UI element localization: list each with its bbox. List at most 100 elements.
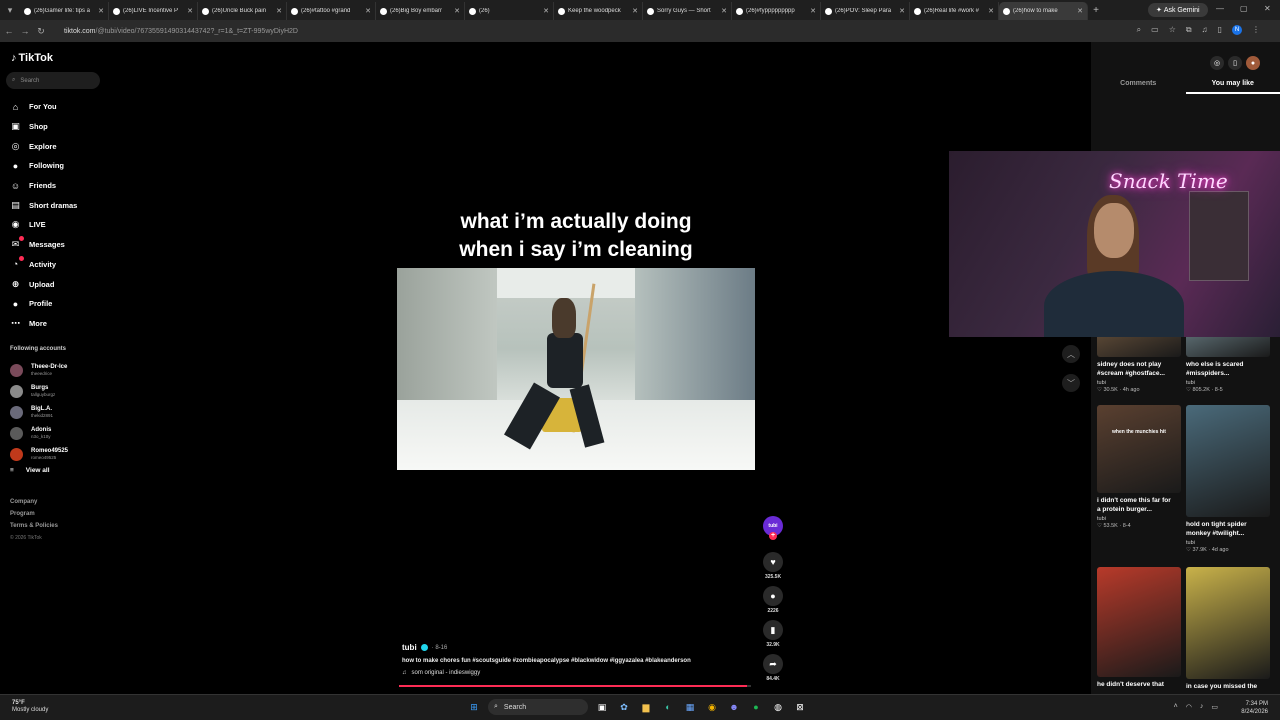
media-icon[interactable]: ♫	[1202, 25, 1208, 35]
browser-tab[interactable]: (26)#tattoo #grand ✕	[287, 2, 376, 20]
spotify-icon[interactable]: ●	[748, 699, 764, 715]
footer-company[interactable]: Company	[10, 496, 58, 508]
obs-icon[interactable]: ◍	[770, 699, 786, 715]
nav-item-messages[interactable]: ✉ Messages	[10, 235, 77, 255]
sidebar-icon[interactable]: ▯	[1218, 25, 1222, 35]
close-window-button[interactable]: ✕	[1264, 4, 1271, 13]
video-description[interactable]: how to make chores fun #scoutsguide #zom…	[402, 658, 762, 664]
recommended-video-card[interactable]: he didn't deserve that	[1097, 567, 1181, 689]
close-tab-icon[interactable]: ✕	[365, 7, 371, 15]
chrome-icon[interactable]: ◉	[704, 699, 720, 715]
browser-tab[interactable]: (26)POV: Sleep Para ✕	[821, 2, 910, 20]
following-account[interactable]: Burgs tallguyburgz	[10, 381, 68, 402]
following-account[interactable]: Adonis n3o_k1tty	[10, 423, 68, 444]
follow-plus-icon[interactable]: +	[769, 532, 777, 540]
save-button[interactable]: ▮	[763, 620, 783, 640]
view-all-link[interactable]: ≡ View all	[10, 467, 68, 474]
following-account[interactable]: Romeo49525 romeo49525	[10, 444, 68, 465]
browser-tab[interactable]: (26)#fyppppppppp ✕	[732, 2, 821, 20]
edge-icon[interactable]: ◐	[660, 699, 676, 715]
copilot-icon[interactable]: ✿	[616, 699, 632, 715]
task-view-icon[interactable]: ▣	[594, 699, 610, 715]
nav-item-explore[interactable]: ◎ Explore	[10, 136, 77, 156]
clock[interactable]: 7:34 PM 8/24/2026	[1241, 700, 1268, 716]
close-tab-icon[interactable]: ✕	[187, 7, 193, 15]
nav-item-activity[interactable]: ◔ Activity	[10, 255, 77, 275]
nav-item-upload[interactable]: ⊕ Upload	[10, 274, 77, 294]
ask-gemini-button[interactable]: ✦ Ask Gemini	[1148, 3, 1208, 17]
url-field[interactable]: tiktok.com/@tubi/video/76735591490314437…	[64, 28, 298, 35]
nav-item-more[interactable]: ⋯ More	[10, 314, 77, 334]
browser-tab[interactable]: (26)Big Boy embarr ✕	[376, 2, 465, 20]
windows-start-icon[interactable]: ⊞	[466, 699, 482, 715]
like-button[interactable]: ♥	[763, 552, 783, 572]
forward-button[interactable]: →	[18, 26, 32, 36]
cast-icon[interactable]: ▭	[1151, 25, 1159, 35]
browser-tab[interactable]: (26) ✕	[465, 2, 554, 20]
nav-item-for-you[interactable]: ⌂ For You	[10, 97, 77, 117]
previous-video-button[interactable]: ︿	[1062, 345, 1080, 363]
user-avatar[interactable]: ●	[1246, 56, 1260, 70]
nav-item-live[interactable]: ◉ LIVE	[10, 215, 77, 235]
wifi-icon[interactable]: ◠	[1186, 703, 1192, 711]
following-account[interactable]: Theee-Dr-Ice theeedrice	[10, 360, 68, 381]
menu-icon[interactable]: ⋮	[1252, 25, 1260, 35]
close-tab-icon[interactable]: ✕	[1077, 7, 1083, 15]
nav-item-shop[interactable]: ▣ Shop	[10, 117, 77, 137]
store-icon[interactable]: ▦	[682, 699, 698, 715]
chevron-up-icon[interactable]: ˄	[1174, 703, 1178, 711]
footer-terms[interactable]: Terms & Policies	[10, 520, 58, 532]
coin-icon[interactable]: ◎	[1210, 56, 1224, 70]
close-tab-icon[interactable]: ✕	[810, 7, 816, 15]
recommended-video-card[interactable]: when the munchies hit i didn't come this …	[1097, 405, 1181, 529]
profile-avatar[interactable]: N	[1232, 25, 1242, 35]
close-tab-icon[interactable]: ✕	[543, 7, 549, 15]
recommended-video-card[interactable]: in case you missed the	[1186, 567, 1270, 691]
discord-icon[interactable]: ☻	[726, 699, 742, 715]
next-video-button[interactable]: ﹀	[1062, 374, 1080, 392]
browser-tab[interactable]: (26)Real life #work # ✕	[910, 2, 999, 20]
footer-program[interactable]: Program	[10, 508, 58, 520]
tab-you-may-like[interactable]: You may like	[1185, 80, 1280, 94]
browser-tab[interactable]: (26)Uncle Buck pain ✕	[198, 2, 287, 20]
device-icon[interactable]: ▯	[1228, 56, 1242, 70]
star-icon[interactable]: ☆	[1169, 25, 1176, 35]
close-tab-icon[interactable]: ✕	[98, 7, 104, 15]
nav-item-friends[interactable]: ☺ Friends	[10, 176, 77, 196]
browser-tab[interactable]: Sorry Guys — Short ✕	[643, 2, 732, 20]
search-input[interactable]: ⌕ Search	[6, 72, 100, 89]
video-player[interactable]	[397, 268, 755, 470]
tiktok-logo[interactable]: ♪ TikTok	[11, 52, 53, 64]
close-tab-icon[interactable]: ✕	[899, 7, 905, 15]
new-tab-button[interactable]: +	[1088, 5, 1104, 16]
comment-button[interactable]: ●	[763, 586, 783, 606]
close-tab-icon[interactable]: ✕	[454, 7, 460, 15]
weather-widget[interactable]: 75°F Mostly cloudy	[12, 700, 48, 714]
taskbar-search[interactable]: ⌕ Search	[488, 699, 588, 715]
sound-link[interactable]: ♫ som original - indieswiggy	[402, 670, 762, 676]
nav-item-following[interactable]: ● Following	[10, 156, 77, 176]
browser-tab[interactable]: (26)Gamer life: tips a ✕	[20, 2, 109, 20]
battery-icon[interactable]: ▭	[1211, 703, 1218, 711]
share-button[interactable]: ➦	[763, 654, 783, 674]
zoom-icon[interactable]: ⌕	[1137, 25, 1141, 35]
tab-comments[interactable]: Comments	[1091, 80, 1186, 94]
volume-icon[interactable]: ♪	[1200, 703, 1204, 711]
video-progress-bar[interactable]	[399, 685, 751, 687]
browser-tab[interactable]: Keep the woodpeck ✕	[554, 2, 643, 20]
browser-tab[interactable]: (26)how to make ✕	[999, 2, 1088, 20]
minimize-button[interactable]: —	[1216, 4, 1224, 13]
close-tab-icon[interactable]: ✕	[276, 7, 282, 15]
tab-search-icon[interactable]: ▾	[0, 0, 20, 20]
maximize-button[interactable]: ▢	[1240, 4, 1248, 13]
following-account[interactable]: BigL.A. thekid2891	[10, 402, 68, 423]
capcut-icon[interactable]: ⊠	[792, 699, 808, 715]
reload-button[interactable]: ↻	[34, 26, 48, 37]
author-avatar[interactable]: tubi +	[763, 516, 783, 540]
close-tab-icon[interactable]: ✕	[721, 7, 727, 15]
browser-tab[interactable]: (26)LIVE Incentive P ✕	[109, 2, 198, 20]
nav-item-profile[interactable]: ● Profile	[10, 294, 77, 314]
extensions-icon[interactable]: ⧉	[1186, 25, 1192, 35]
file-explorer-icon[interactable]: ▆	[638, 699, 654, 715]
recommended-video-card[interactable]: hold on tight spider monkey #twilight... t…	[1186, 405, 1270, 553]
